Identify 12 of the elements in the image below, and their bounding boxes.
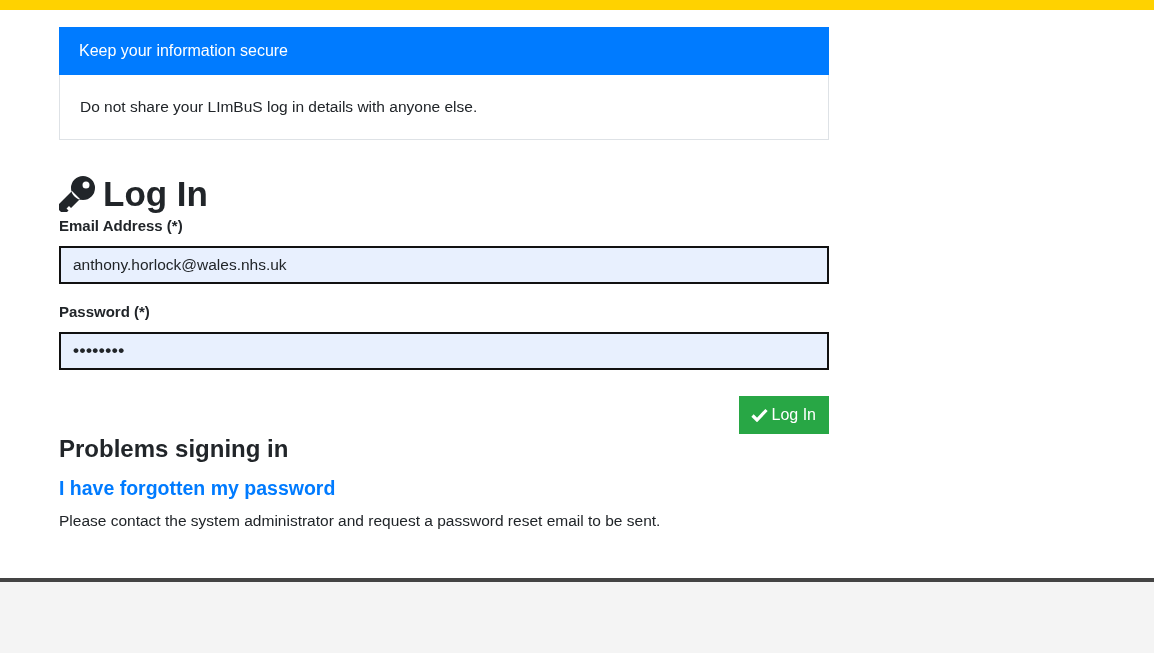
forgot-password-link[interactable]: I have forgotten my password: [59, 475, 336, 501]
problems-heading: Problems signing in: [59, 435, 290, 463]
check-icon: [750, 408, 768, 422]
email-field[interactable]: anthony.horlock@wales.nhs.uk: [59, 246, 829, 284]
field-label: Password (*): [59, 302, 150, 322]
key-icon: [59, 176, 95, 212]
password-field[interactable]: ••••••••: [59, 332, 829, 370]
login-heading: Log In: [103, 173, 208, 215]
help-text: Please contact the system administrator and request a password reset email to be sent.: [59, 511, 662, 531]
notice-title: Keep your information secure: [59, 27, 829, 75]
notice-message: Do not share your LImBuS log in details with anyone else.: [80, 97, 479, 117]
field-label: Email Address (*): [59, 216, 183, 236]
